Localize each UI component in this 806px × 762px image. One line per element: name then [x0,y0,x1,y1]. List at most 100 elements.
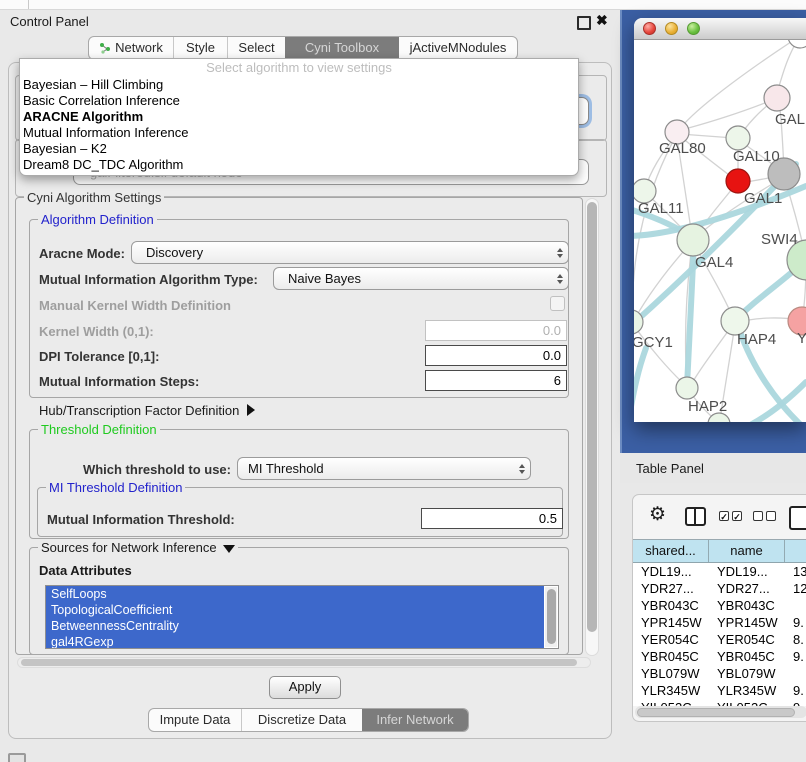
node-gcy1-label: GCY1 [634,334,673,351]
table-row[interactable]: YBR045CYBR045C9. [633,648,806,665]
control-panel-title: Control Panel [10,14,89,29]
table-mode-icon[interactable] [789,506,806,530]
table-row[interactable]: YBL079WYBL079W [633,665,806,682]
node-hap2[interactable] [676,377,698,399]
table-cell: YIL052C [709,699,785,706]
attribute-item-selected[interactable]: TopologicalCoefficient [46,602,544,618]
attribute-item-selected[interactable]: gal4RGexp [46,634,544,649]
table-cell: 9. [785,614,806,631]
select-all-columns-icon[interactable]: ✓ ✓ [719,511,742,521]
bottom-tab-discretize-data[interactable]: Discretize Data [241,709,362,731]
settings-horizontal-scrollbar-thumb[interactable] [21,659,577,666]
algorithm-option[interactable]: ARACNE Algorithm [20,109,578,125]
table-row[interactable]: YLR345WYLR345W9. [633,682,806,699]
table-row[interactable]: YIL052CYIL052C9 [633,699,806,706]
node-gal80-label: GAL80 [659,140,706,157]
tab-style[interactable]: Style [173,37,227,59]
bottom-tab-impute-data[interactable]: Impute Data [149,709,241,731]
node-gal4[interactable] [677,224,709,256]
table-row[interactable]: YBR043CYBR043C [633,597,806,614]
zoom-traffic-light[interactable] [687,22,700,35]
table-toolbar: ⚙ ✓ ✓ [633,495,806,539]
table-cell: 12 [785,580,806,597]
mi-algorithm-type-combobox[interactable]: Naive Bayes [273,267,569,290]
kernel-width-field[interactable]: 0.0 [425,320,567,341]
tab-network[interactable]: Network [89,37,173,59]
sources-legend-label: Sources for Network Inference [41,540,217,555]
table-row[interactable]: YPR145WYPR145W9. [633,614,806,631]
node-gal10[interactable] [726,126,750,150]
node-gal-partial[interactable] [764,85,790,111]
table-panel-titlebar: Table Panel [620,453,806,483]
deselect-all-columns-icon[interactable] [753,511,776,521]
algorithm-option[interactable]: Mutual Information Inference [20,125,578,141]
unchecked-box-icon [766,511,776,521]
node-swi4-label: SWI4 [761,231,798,248]
tab-jactivemnodules[interactable]: jActiveMNodules [399,37,517,59]
table-cell: YDL19... [709,563,785,580]
table-cell: YBR043C [709,597,785,614]
algorithm-option[interactable]: Bayesian – K2 [20,141,578,157]
algorithm-option[interactable]: Dream8 DC_TDC Algorithm [20,157,578,173]
table-cell: YBR043C [633,597,709,614]
checked-box-icon: ✓ [732,511,742,521]
close-traffic-light[interactable] [643,22,656,35]
mi-threshold-label: Mutual Information Threshold: [47,512,235,527]
mi-threshold-field[interactable]: 0.5 [421,508,563,529]
hub-definition-toggle[interactable]: Hub/Transcription Factor Definition [39,403,255,418]
checked-box-icon: ✓ [719,511,729,521]
attribute-item-selected[interactable]: BetweennessCentrality [46,618,544,634]
bottom-tab-infer-network[interactable]: Infer Network [362,709,468,731]
threshold-definition-legend: Threshold Definition [38,422,160,437]
column-header-shared[interactable]: shared... [633,540,709,562]
network-graph: GALGAL80GAL10GAL1GAL11GAL4SWI4HAP4YGCY1H… [634,40,806,422]
tab-label: Style [186,37,215,59]
manual-kernel-width-checkbox[interactable] [550,296,565,311]
minimize-traffic-light[interactable] [665,22,678,35]
table-horizontal-scrollbar-thumb[interactable] [637,708,795,717]
apply-button[interactable]: Apply [269,676,341,699]
table-cell: YPR145W [709,614,785,631]
mi-steps-field[interactable]: 6 [425,370,567,391]
which-threshold-combobox[interactable]: MI Threshold [237,457,531,480]
tab-label: Select [238,37,274,59]
table-row[interactable]: YDL19...YDL19...13 [633,563,806,580]
tab-label: Impute Data [160,709,231,731]
network-canvas[interactable]: GALGAL80GAL10GAL1GAL11GAL4SWI4HAP4YGCY1H… [634,40,806,422]
settings-vertical-scrollbar [585,198,599,656]
attributes-scrollbar [545,587,557,647]
columns-icon[interactable] [685,507,706,526]
close-panel-icon[interactable]: ✖ [596,12,608,29]
table-row[interactable]: YDR27...YDR27...12 [633,580,806,597]
collapsed-panel-icon[interactable] [8,753,26,762]
table-horizontal-scrollbar [635,706,806,718]
node-top[interactable] [788,40,806,48]
column-header-name[interactable]: name [709,540,785,562]
algorithm-dropdown-hint: Select algorithm to view settings [20,59,578,77]
network-icon [99,42,111,54]
data-attributes-label: Data Attributes [39,563,132,578]
table-cell: YIL052C [633,699,709,706]
column-header-a[interactable]: A [785,540,806,562]
float-panel-icon[interactable] [577,16,591,30]
algorithm-option[interactable]: Bayesian – Hill Climbing [20,77,578,93]
sources-legend-toggle[interactable]: Sources for Network Inference [38,540,238,555]
tab-select[interactable]: Select [227,37,285,59]
table-cell: 13 [785,563,806,580]
dpi-tolerance-field[interactable]: 0.0 [425,345,567,366]
aracne-mode-combobox[interactable]: Discovery [131,241,569,264]
settings-vertical-scrollbar-thumb[interactable] [587,202,597,632]
algorithm-option[interactable]: Basic Correlation Inference [20,93,578,109]
node-table: shared...nameA [633,539,806,563]
control-panel-tabbar: Network Style Select Cyni ToolboxjActiveMNo… [88,36,518,60]
mi-algorithm-type-label: Mutual Information Algorithm Type: [39,272,258,287]
attributes-scrollbar-thumb[interactable] [547,589,556,644]
table-row[interactable]: YER054CYER054C8. [633,631,806,648]
network-window-titlebar[interactable] [634,18,806,40]
tab-cyni-toolbox[interactable]: Cyni Toolbox [285,37,399,59]
attribute-item-selected[interactable]: SelfLoops [46,586,544,602]
gear-icon[interactable]: ⚙ [649,504,666,526]
control-panel-titlebar: Control Panel ✖ [0,10,620,34]
combo-arrows-icon [514,464,530,474]
table-cell [785,665,806,682]
